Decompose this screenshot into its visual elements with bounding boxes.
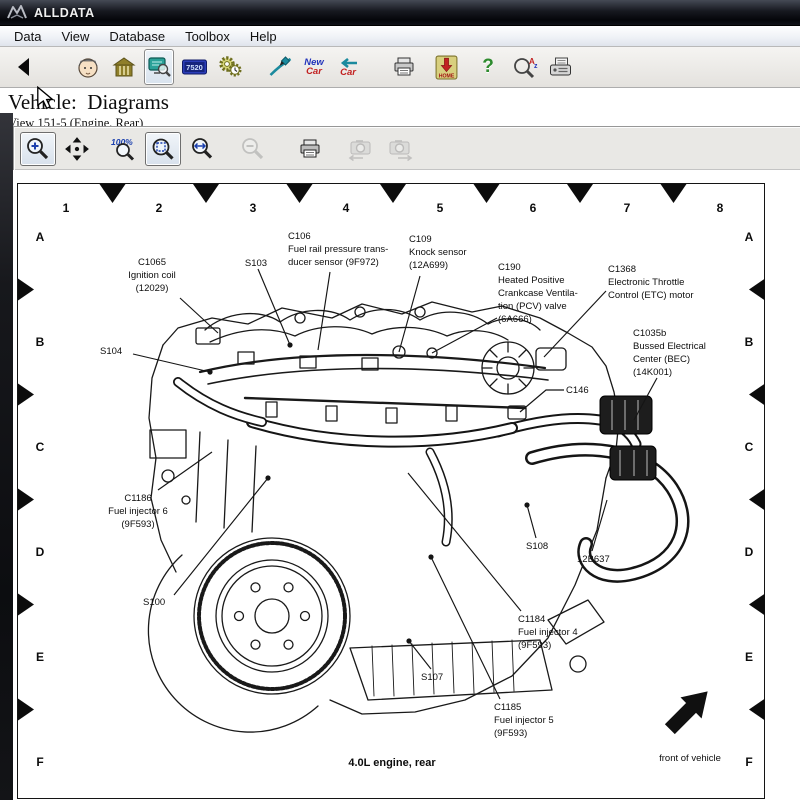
menu-help[interactable]: Help (240, 27, 287, 46)
zoom-fit-button[interactable] (145, 132, 181, 166)
next-view-button[interactable] (382, 132, 418, 166)
pan-button[interactable] (59, 132, 95, 166)
prev-view-button[interactable] (343, 132, 379, 166)
help-icon: ? (482, 56, 494, 78)
fax-button[interactable] (546, 50, 574, 84)
page-title: Vehicle: Diagrams (8, 90, 800, 115)
search-button[interactable]: A z (512, 50, 540, 84)
expert-face-icon (75, 54, 101, 80)
zoom-fit-icon (150, 136, 176, 162)
callout-S100: S100 (143, 596, 165, 609)
alldata-logo (7, 5, 27, 21)
notes-button[interactable] (266, 50, 294, 84)
mouse-cursor (34, 86, 56, 110)
calculator-button[interactable]: 7520 (180, 50, 208, 84)
diagram-viewer-button[interactable] (144, 49, 174, 85)
svg-text:HOME: HOME (438, 73, 454, 79)
callout-C109: C109Knock sensor(12A699) (409, 233, 467, 272)
callout-S107: S107 (421, 671, 443, 684)
previous-car-button[interactable]: Car (334, 50, 362, 84)
fax-icon (547, 55, 574, 79)
home-bookmark-button[interactable]: HOME (432, 50, 460, 84)
window-edge (0, 113, 13, 800)
callout-C1186: C1186Fuel injector 6(9F593) (108, 492, 168, 531)
zoom-100-button[interactable]: 100% (106, 132, 142, 166)
zoom-out-icon (240, 136, 266, 162)
library-button[interactable] (110, 50, 138, 84)
print-view-button[interactable] (292, 132, 328, 166)
diagram-caption: 4.0L engine, rear (348, 757, 435, 769)
printer-icon (391, 55, 417, 79)
help-button[interactable]: ? (474, 50, 502, 84)
back-icon (13, 55, 35, 79)
expert-button[interactable] (74, 50, 102, 84)
callout-C190: C190Heated PositiveCrankcase Ventila-tio… (498, 261, 578, 327)
callout-C106: C106Fuel rail pressure trans-ducer senso… (288, 230, 388, 269)
pan-icon (64, 136, 90, 162)
main-toolbar: 7520 New Car Car (0, 47, 800, 88)
viewer-toolbar: 100% (13, 126, 800, 170)
diagram-viewer-icon (146, 54, 173, 80)
pen-icon (267, 55, 294, 79)
alldata-window: ALLDATA DataViewDatabaseToolboxHelp (0, 0, 800, 800)
callout-S104: S104 (100, 345, 122, 358)
callout-12B637: 12B637 (577, 553, 610, 566)
previous-car-icon: Car (338, 58, 358, 77)
callout-C1368: C1368Electronic ThrottleControl (ETC) mo… (608, 263, 694, 302)
title-bar: ALLDATA (0, 0, 800, 26)
gears-clock-icon (217, 54, 244, 80)
maintenance-button[interactable] (216, 50, 244, 84)
prev-view-camera-icon (347, 136, 375, 162)
zoom-width-button[interactable] (184, 132, 220, 166)
callout-C1185: C1185Fuel injector 5(9F593) (494, 701, 554, 740)
page-header: Vehicle: Diagrams View 151-5 (Engine, Re… (0, 88, 800, 126)
zoom-100-icon: 100% (110, 136, 138, 162)
svg-text:7520: 7520 (186, 63, 203, 72)
callout-C1035b: C1035bBussed ElectricalCenter (BEC)(14K0… (633, 327, 706, 379)
search-az-icon: A z (512, 55, 540, 80)
menu-toolbox[interactable]: Toolbox (175, 27, 240, 46)
home-bookmark-icon: HOME (434, 55, 459, 80)
window-title: ALLDATA (34, 6, 95, 20)
zoom-in-button[interactable] (20, 132, 56, 166)
print-view-icon (297, 137, 323, 161)
svg-text:z: z (534, 63, 538, 70)
callout-C146: C146 (566, 384, 589, 397)
callout-C1184: C1184Fuel injector 4(9F593) (518, 613, 578, 652)
library-building-icon (111, 55, 137, 79)
menu-data[interactable]: Data (4, 27, 51, 46)
zoom-width-icon (189, 136, 215, 162)
back-button[interactable] (10, 50, 38, 84)
callout-S108: S108 (526, 540, 548, 553)
menu-bar: DataViewDatabaseToolboxHelp (0, 26, 800, 47)
callout-C1065: C1065Ignition coil(12029) (128, 256, 176, 295)
zoom-in-icon (25, 136, 51, 162)
new-car-button[interactable]: New Car (300, 50, 328, 84)
print-button[interactable] (390, 50, 418, 84)
new-car-icon: New Car (304, 58, 324, 76)
menu-database[interactable]: Database (99, 27, 175, 46)
callout-S103: S103 (245, 257, 267, 270)
next-view-camera-icon (386, 136, 414, 162)
front-of-vehicle-label: front of vehicle (659, 753, 721, 764)
zoom-out-button[interactable] (235, 132, 271, 166)
menu-view[interactable]: View (51, 27, 99, 46)
calculator-7520-icon: 7520 (181, 55, 208, 79)
